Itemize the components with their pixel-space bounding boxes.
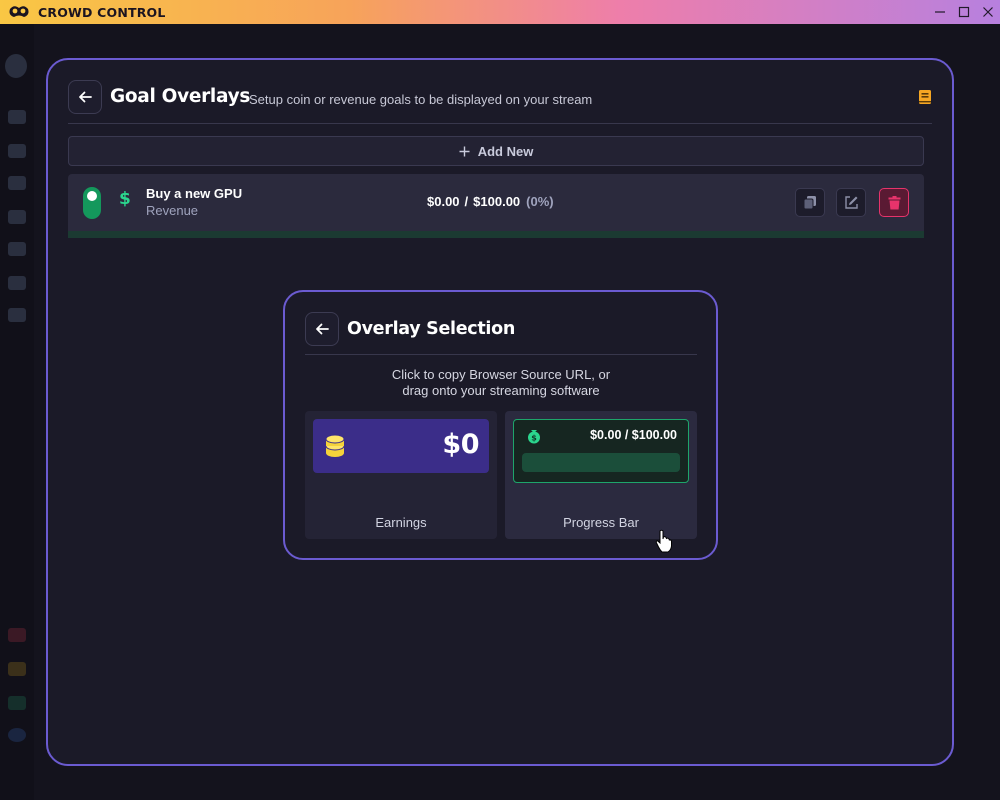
- camera-icon: [8, 696, 26, 710]
- overlay-selection-dialog: Overlay Selection Click to copy Browser …: [283, 290, 718, 560]
- progress-bar-value: $0.00 / $100.00: [590, 428, 677, 442]
- window-titlebar: CROWD CONTROL: [0, 0, 1000, 24]
- back-button[interactable]: [68, 80, 102, 114]
- progress-bar-track: [522, 453, 680, 472]
- money-bag-icon: $: [528, 430, 540, 444]
- close-button[interactable]: [976, 0, 1000, 24]
- arrow-left-icon: [79, 91, 92, 103]
- progress-bar-label: Progress Bar: [563, 515, 639, 530]
- goal-current: $0.00: [427, 194, 460, 209]
- plus-icon: [459, 146, 470, 156]
- dollar-icon: $: [119, 189, 131, 209]
- goal-amount: $0.00 / $100.00 (0%): [427, 194, 554, 209]
- progress-bar-overlay-card[interactable]: $ $0.00 / $100.00 Progress Bar: [505, 411, 697, 539]
- dialog-back-button[interactable]: [305, 312, 339, 346]
- toggle-knob: [87, 191, 97, 201]
- hand-cursor-icon: [655, 529, 672, 553]
- goal-progress-track: [68, 231, 924, 238]
- crown-icon: [8, 662, 26, 676]
- minimize-button[interactable]: [928, 0, 952, 24]
- maximize-button[interactable]: [952, 0, 976, 24]
- wrench-icon: [8, 308, 26, 322]
- svg-text:$: $: [531, 434, 537, 443]
- avatar-icon: [5, 54, 27, 78]
- network-icon: [8, 242, 26, 256]
- earnings-preview: $0: [313, 419, 489, 473]
- add-new-label: Add New: [477, 143, 534, 159]
- edit-icon: [844, 196, 858, 209]
- arrow-left-icon: [316, 323, 329, 335]
- earnings-value: $0: [442, 429, 479, 460]
- add-new-button[interactable]: Add New: [68, 136, 924, 166]
- page-subtitle: Setup coin or revenue goals to be displa…: [249, 92, 593, 107]
- chart-icon: [8, 276, 26, 290]
- earnings-overlay-card[interactable]: $0 Earnings: [305, 411, 497, 539]
- dialog-divider: [305, 354, 697, 355]
- page-title: Goal Overlays: [110, 86, 251, 107]
- header-divider: [68, 123, 932, 124]
- copy-icon: [803, 196, 816, 210]
- goal-percent: (0%): [526, 194, 554, 209]
- monitor-icon: [8, 110, 26, 124]
- book-icon[interactable]: [918, 89, 932, 105]
- progress-bar-preview: $ $0.00 / $100.00: [513, 419, 689, 483]
- goal-row: $ Buy a new GPU Revenue $0.00 / $100.00 (0%…: [68, 174, 924, 238]
- effects-icon: [8, 176, 26, 190]
- app-title: CROWD CONTROL: [38, 4, 166, 20]
- earnings-label: Earnings: [375, 515, 427, 530]
- delete-button[interactable]: [879, 188, 909, 217]
- goal-target: $100.00: [473, 194, 521, 209]
- help-icon: [8, 728, 26, 742]
- edit-button[interactable]: [836, 188, 866, 217]
- description-line-1: Click to copy Browser Source URL, or: [391, 367, 611, 382]
- trash-icon: [888, 195, 900, 209]
- copy-button[interactable]: [795, 188, 825, 217]
- list-icon: [8, 210, 26, 224]
- goal-enabled-toggle[interactable]: [83, 187, 101, 219]
- gamepad-icon: [8, 144, 26, 158]
- description-line-2: drag onto your streaming software: [402, 383, 600, 398]
- modal-header: Goal Overlays Setup coin or revenue goal…: [68, 80, 932, 124]
- sidebar: [0, 24, 34, 800]
- coins-icon: [325, 434, 345, 457]
- goal-separator: /: [464, 194, 469, 209]
- dialog-title: Overlay Selection: [347, 319, 516, 339]
- goal-name: Buy a new GPU: [146, 186, 243, 201]
- crowd-control-logo-icon: [8, 3, 32, 21]
- dialog-description: Click to copy Browser Source URL, or dra…: [305, 367, 697, 399]
- lightning-icon: [8, 628, 26, 642]
- goal-type: Revenue: [146, 203, 199, 218]
